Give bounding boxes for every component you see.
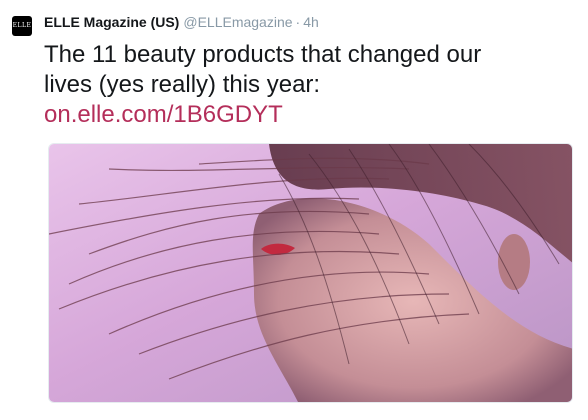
tweet-text-line: The 11 beauty products that changed our (44, 41, 482, 68)
timestamp[interactable]: 4h (303, 14, 319, 30)
tweet-text-line: lives (yes really) this year: (44, 71, 321, 98)
separator-dot: · (295, 14, 301, 30)
display-name[interactable]: ELLE Magazine (US) (44, 14, 179, 30)
photo-image (49, 144, 572, 402)
avatar[interactable]: ELLE (12, 16, 32, 36)
user-handle[interactable]: @ELLEmagazine (183, 14, 292, 30)
tweet-text: The 11 beauty products that changed our … (44, 40, 564, 130)
tweet-header: ELLE Magazine (US) @ELLEmagazine · 4h (44, 12, 319, 32)
tweet-link[interactable]: on.elle.com/1B6GDYT (44, 100, 564, 130)
tweet: ELLE ELLE Magazine (US) @ELLEmagazine · 4h … (0, 0, 588, 420)
avatar-logo-text: ELLE (12, 22, 32, 29)
tweet-media-photo[interactable] (48, 143, 573, 403)
